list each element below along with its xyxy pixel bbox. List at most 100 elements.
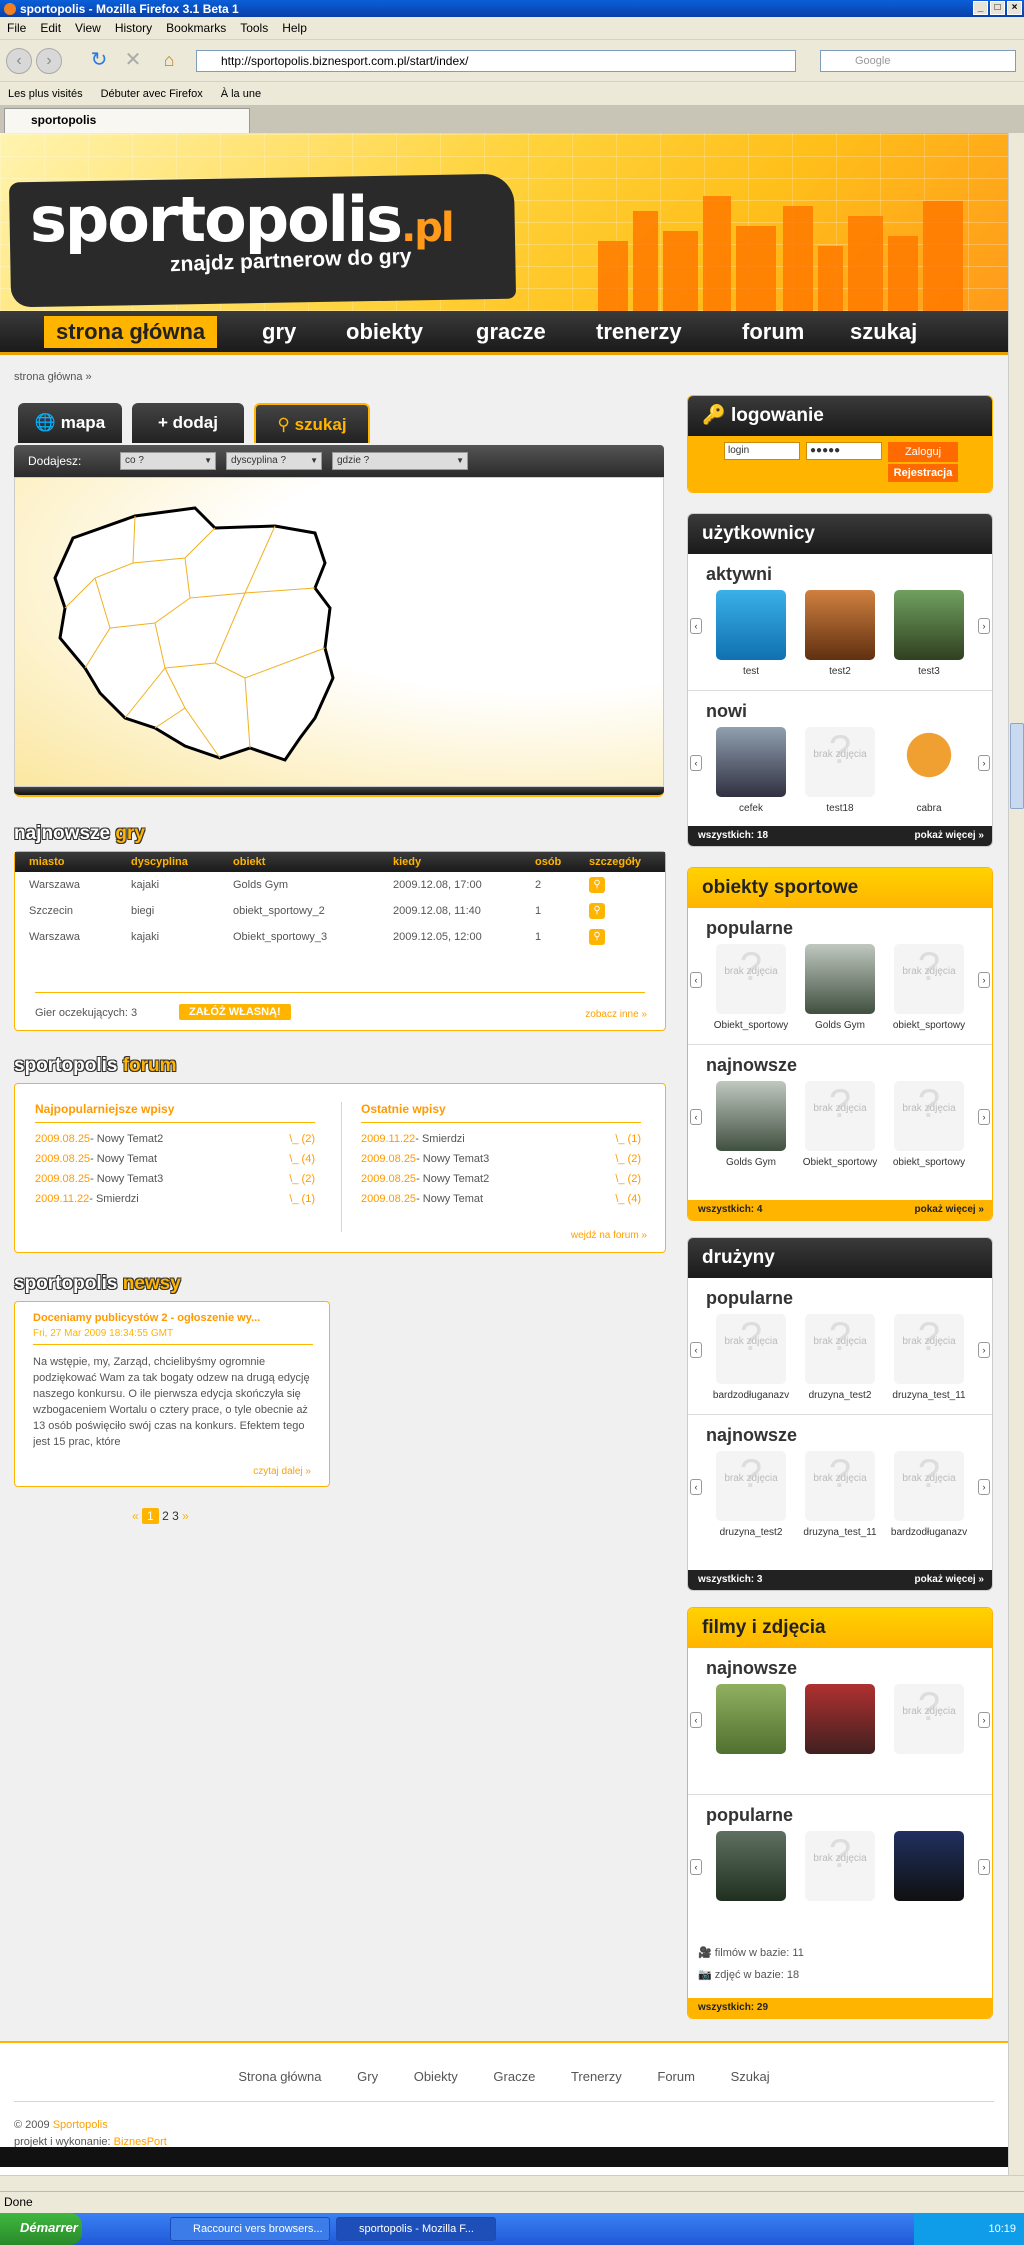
team-name[interactable]: bardzodługanazv [885, 1527, 973, 1538]
user-name[interactable]: cefek [707, 803, 795, 814]
bookmark-news[interactable]: À la une [221, 88, 261, 100]
pagination-prev[interactable]: « [132, 1509, 139, 1523]
tab-map[interactable]: 🌐 mapa [18, 403, 122, 443]
pagination-page-3[interactable]: 3 [172, 1509, 179, 1523]
poland-map-outline[interactable] [15, 478, 665, 788]
minimize-button[interactable]: _ [973, 1, 988, 15]
no-photo-placeholder[interactable]: ? brak zdjęcia [894, 944, 964, 1014]
nav-trainers[interactable]: trenerzy [584, 316, 694, 348]
see-more-games-link[interactable]: zobacz inne » [585, 1009, 647, 1020]
news-headline[interactable]: Doceniamy publicystów 2 - ogłoszenie wy.… [33, 1312, 313, 1324]
carousel-next-arrow[interactable]: › [978, 755, 990, 771]
media-photo[interactable] [805, 1684, 875, 1754]
media-photo[interactable] [894, 1831, 964, 1901]
register-button[interactable]: Rejestracja [888, 464, 958, 482]
reload-icon[interactable]: ↻ [86, 48, 112, 74]
footer-link-objects[interactable]: Obiekty [414, 2069, 458, 2084]
team-name[interactable]: druzyna_test2 [707, 1527, 795, 1538]
details-search-icon[interactable]: ⚲ [589, 877, 605, 893]
nav-search[interactable]: szukaj [838, 316, 929, 348]
footer-link-trainers[interactable]: Trenerzy [571, 2069, 622, 2084]
url-bar[interactable]: http://sportopolis.biznesport.com.pl/sta… [196, 50, 796, 72]
object-name[interactable]: obiekt_sportowy [885, 1020, 973, 1031]
no-photo-placeholder[interactable]: ? brak zdjęcia [716, 1314, 786, 1384]
no-photo-placeholder[interactable]: ? brak zdjęcia [805, 1451, 875, 1521]
forum-post[interactable]: 2009.11.22 - Smierdzi \_ (1) [361, 1133, 641, 1153]
forum-post[interactable]: 2009.08.25 - Nowy Temat3 \_ (2) [361, 1153, 641, 1173]
menu-bookmarks[interactable]: Bookmarks [166, 21, 226, 35]
nav-objects[interactable]: obiekty [334, 316, 435, 348]
carousel-prev-arrow[interactable]: ‹ [690, 1479, 702, 1495]
footer-link-forum[interactable]: Forum [657, 2069, 695, 2084]
start-button[interactable]: Démarrer [0, 2213, 82, 2245]
carousel-next-arrow[interactable]: › [978, 1712, 990, 1728]
object-name[interactable]: Obiekt_sportowy [796, 1157, 884, 1168]
nav-forum[interactable]: forum [730, 316, 816, 348]
nav-home[interactable]: strona główna [44, 316, 218, 348]
team-name[interactable]: druzyna_test2 [796, 1390, 884, 1401]
tab-search[interactable]: ⚲ szukaj [254, 403, 370, 443]
teams-more-link[interactable]: pokaż więcej » [915, 1570, 984, 1590]
table-row[interactable]: Szczecin biegi obiekt_sportowy_2 2009.12.08… [15, 898, 665, 924]
carousel-next-arrow[interactable]: › [978, 972, 990, 988]
team-name[interactable]: druzyna_test_11 [885, 1390, 973, 1401]
menu-view[interactable]: View [75, 21, 101, 35]
user-name[interactable]: test18 [796, 803, 884, 814]
vertical-scrollbar[interactable] [1008, 133, 1024, 2175]
breadcrumb[interactable]: strona główna » [14, 371, 92, 383]
media-photo[interactable] [716, 1684, 786, 1754]
stop-icon[interactable]: ✕ [120, 48, 146, 74]
table-row[interactable]: Warszawa kajaki Obiekt_sportowy_3 2009.12.0… [15, 924, 665, 950]
carousel-next-arrow[interactable]: › [978, 1859, 990, 1875]
team-name[interactable]: druzyna_test_11 [796, 1527, 884, 1538]
menu-help[interactable]: Help [282, 21, 307, 35]
bookmark-most-visited[interactable]: Les plus visités [8, 88, 83, 100]
pagination-next[interactable]: » [182, 1509, 189, 1523]
no-photo-placeholder[interactable]: ? brak zdjęcia [805, 727, 875, 797]
no-photo-placeholder[interactable]: ? brak zdjęcia [894, 1314, 964, 1384]
object-photo[interactable] [805, 944, 875, 1014]
menu-file[interactable]: File [7, 21, 26, 35]
no-photo-placeholder[interactable]: ? brak zdjęcia [805, 1081, 875, 1151]
object-name[interactable]: Golds Gym [796, 1020, 884, 1031]
scrollbar-thumb[interactable] [1010, 723, 1024, 809]
carousel-prev-arrow[interactable]: ‹ [690, 1712, 702, 1728]
forum-post[interactable]: 2009.08.25 - Nowy Temat2 \_ (2) [361, 1173, 641, 1193]
team-name[interactable]: bardzodługanazv [707, 1390, 795, 1401]
nav-players[interactable]: gracze [464, 316, 558, 348]
create-game-button[interactable]: ZAŁÓŻ WŁASNĄ! [179, 1004, 291, 1020]
object-name[interactable]: Obiekt_sportowy [707, 1020, 795, 1031]
select-what[interactable]: co ? [120, 452, 216, 470]
no-photo-placeholder[interactable]: ? brak zdjęcia [805, 1831, 875, 1901]
media-photo[interactable] [716, 1831, 786, 1901]
select-where[interactable]: gdzie ? [332, 452, 468, 470]
carousel-prev-arrow[interactable]: ‹ [690, 1342, 702, 1358]
read-more-link[interactable]: czytaj dalej » [253, 1466, 311, 1477]
no-photo-placeholder[interactable]: ? brak zdjęcia [716, 944, 786, 1014]
taskbar-item-firefox[interactable]: sportopolis - Mozilla F... [336, 2217, 496, 2241]
back-button[interactable]: ‹ [6, 48, 32, 74]
footer-link-games[interactable]: Gry [357, 2069, 378, 2084]
carousel-next-arrow[interactable]: › [978, 618, 990, 634]
forum-post[interactable]: 2009.08.25 - Nowy Temat \_ (4) [35, 1153, 315, 1173]
carousel-prev-arrow[interactable]: ‹ [690, 755, 702, 771]
nav-games[interactable]: gry [250, 316, 308, 348]
forum-post[interactable]: 2009.08.25 - Nowy Temat2 \_ (2) [35, 1133, 315, 1153]
forum-post[interactable]: 2009.11.22 - Smierdzi \_ (1) [35, 1193, 315, 1213]
forum-post[interactable]: 2009.08.25 - Nowy Temat \_ (4) [361, 1193, 641, 1213]
select-discipline[interactable]: dyscyplina ? [226, 452, 322, 470]
footer-link-players[interactable]: Gracze [493, 2069, 535, 2084]
pagination-page-2[interactable]: 2 [162, 1509, 169, 1523]
user-avatar[interactable] [894, 727, 964, 797]
pagination-page-1[interactable]: 1 [142, 1508, 159, 1524]
login-input[interactable]: login [724, 442, 800, 460]
poland-map[interactable] [14, 477, 664, 787]
menu-tools[interactable]: Tools [240, 21, 268, 35]
user-avatar[interactable] [716, 590, 786, 660]
table-row[interactable]: Warszawa kajaki Golds Gym 2009.12.08, 17:00… [15, 872, 665, 898]
user-name[interactable]: cabra [885, 803, 973, 814]
forward-button[interactable]: › [36, 48, 62, 74]
tab-sportopolis[interactable]: sportopolis [4, 108, 250, 133]
carousel-next-arrow[interactable]: › [978, 1109, 990, 1125]
details-search-icon[interactable]: ⚲ [589, 903, 605, 919]
